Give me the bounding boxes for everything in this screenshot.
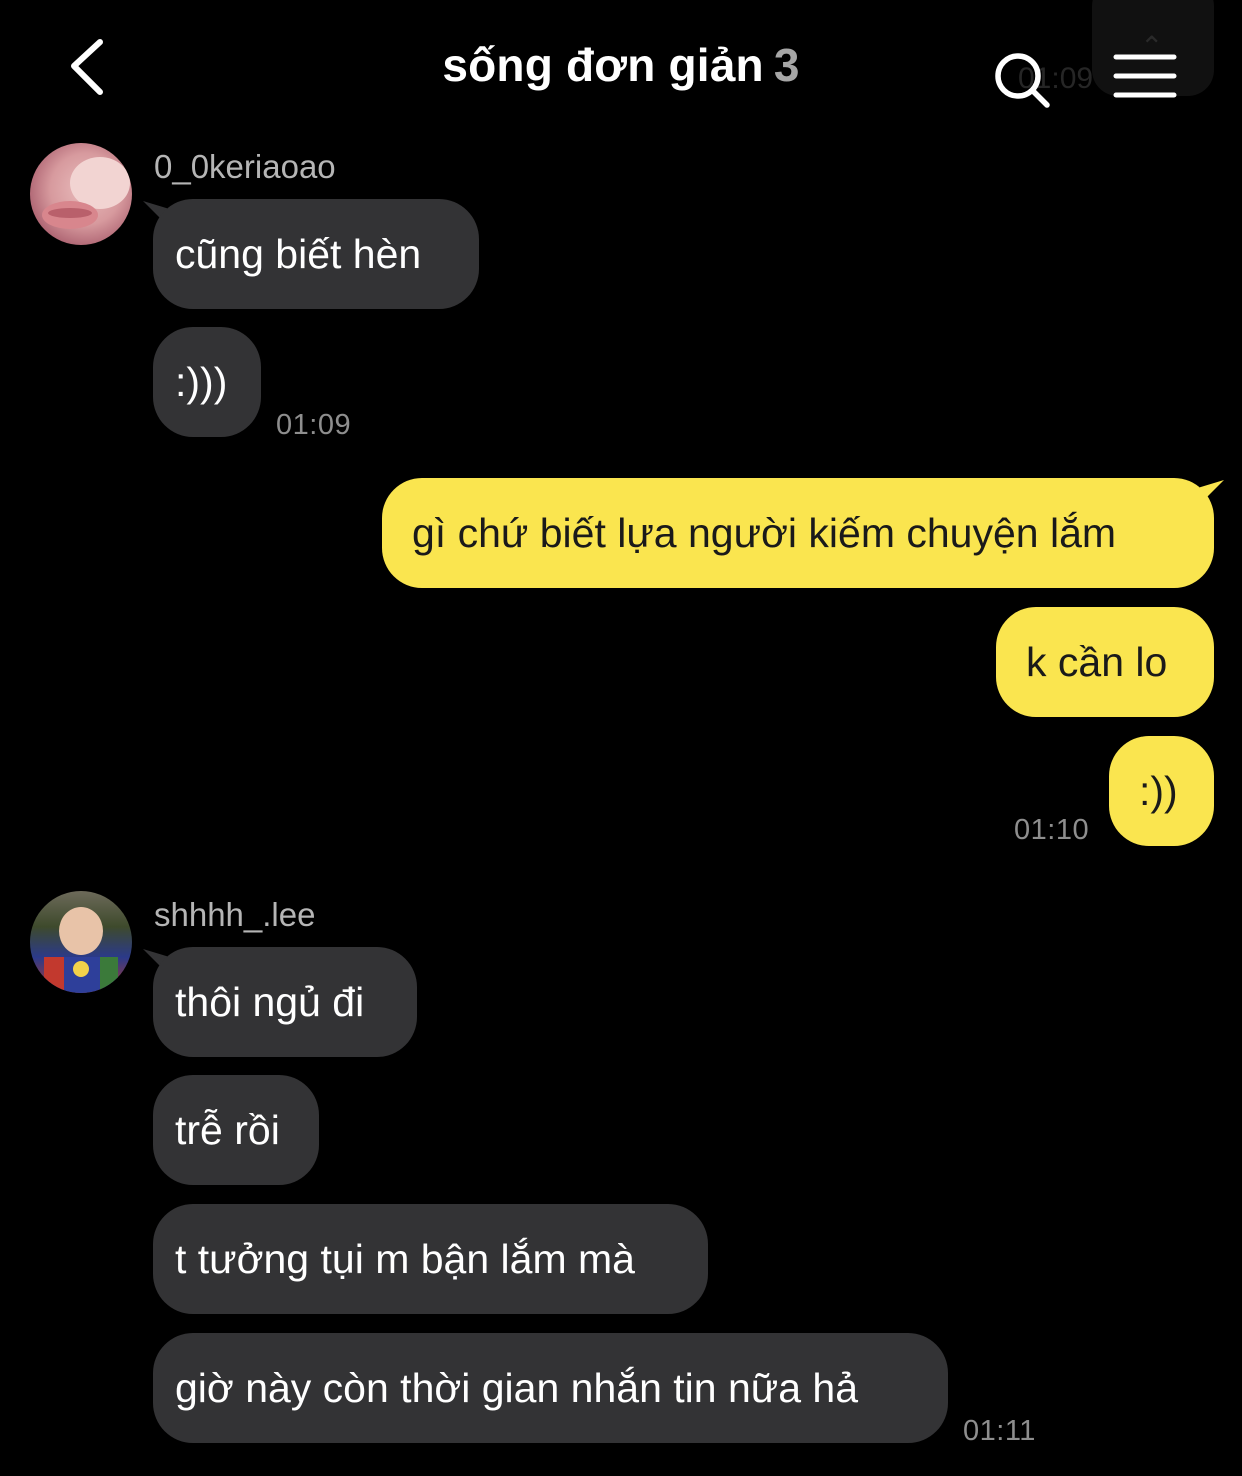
message-timestamp: 01:11 bbox=[963, 1415, 1036, 1447]
chat-header: ⌃ 01:09 sống đơn giản 3 bbox=[0, 0, 1242, 130]
message-bubble-outgoing[interactable]: :)) bbox=[1109, 736, 1214, 846]
message-timestamp: 01:09 bbox=[276, 409, 352, 441]
message-bubble-incoming[interactable]: cũng biết hèn bbox=[153, 199, 479, 309]
message-bubble-incoming[interactable]: thôi ngủ đi bbox=[153, 947, 417, 1057]
message-bubble-incoming[interactable]: giờ này còn thời gian nhắn tin nữa hả bbox=[153, 1333, 948, 1443]
sender-name: 0_0keriaoao bbox=[154, 148, 336, 185]
chat-name: sống đơn giản bbox=[442, 39, 764, 91]
back-button[interactable] bbox=[58, 30, 128, 102]
message-bubble-incoming[interactable]: t tưởng tụi m bận lắm mà bbox=[153, 1204, 708, 1314]
message-bubble-outgoing[interactable]: gì chứ biết lựa người kiếm chuyện lắm bbox=[382, 478, 1214, 588]
search-button[interactable] bbox=[990, 48, 1054, 112]
back-arrow-icon bbox=[71, 39, 103, 95]
avatar-photo bbox=[44, 907, 118, 993]
search-icon bbox=[995, 53, 1050, 108]
menu-icon bbox=[1113, 54, 1177, 98]
message-bubble-outgoing[interactable]: k cần lo bbox=[996, 607, 1214, 717]
menu-button[interactable] bbox=[1112, 52, 1178, 102]
message-timestamp: 01:10 bbox=[1014, 814, 1090, 846]
message-bubble-incoming[interactable]: :))) bbox=[153, 327, 261, 437]
member-count: 3 bbox=[773, 39, 800, 91]
avatar-shhhh_.lee[interactable] bbox=[30, 891, 132, 993]
message-bubble-incoming[interactable]: trễ rồi bbox=[153, 1075, 319, 1185]
avatar-0_0keriaoao[interactable] bbox=[30, 143, 132, 245]
sender-name: shhhh_.lee bbox=[154, 896, 316, 933]
avatar-photo bbox=[42, 157, 130, 229]
